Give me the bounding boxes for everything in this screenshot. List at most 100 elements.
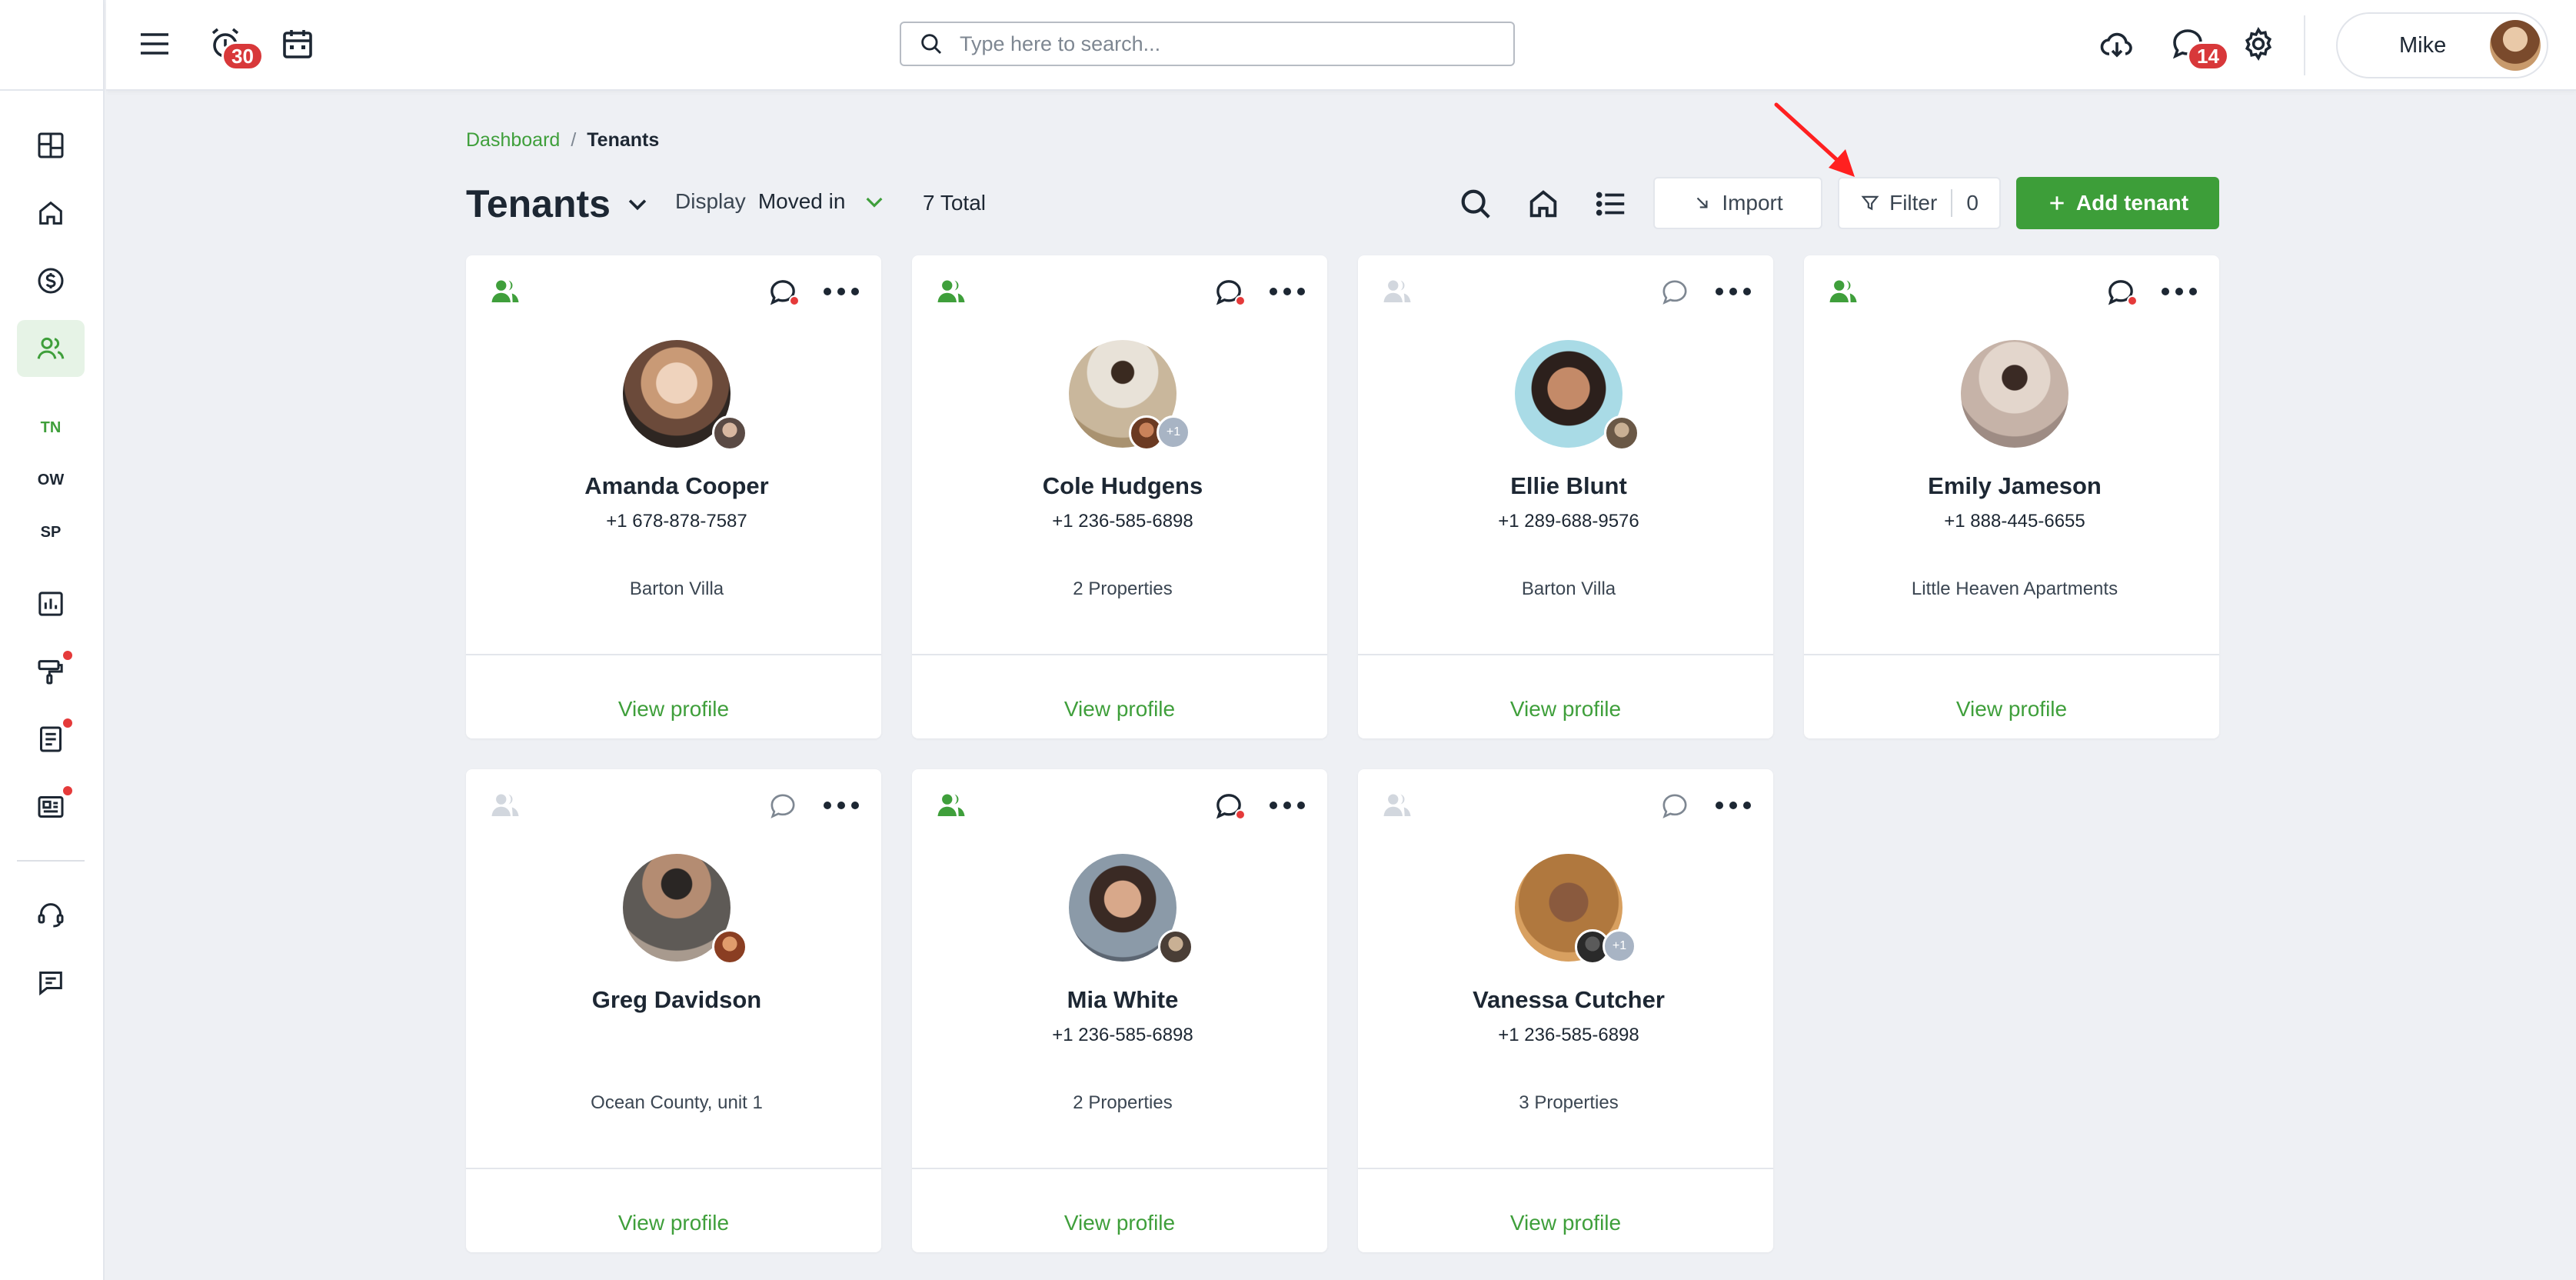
sidebar-item-documents[interactable] [17, 711, 85, 768]
view-profile-link[interactable]: View profile [466, 697, 881, 722]
view-profile-link[interactable]: View profile [466, 1211, 881, 1235]
list-view-button[interactable] [1590, 183, 1632, 225]
unread-dot [2127, 295, 2138, 306]
calendar-button[interactable] [274, 20, 321, 68]
display-value[interactable]: Moved in [758, 189, 846, 214]
user-menu[interactable]: Mike [2336, 12, 2548, 78]
messages-button[interactable]: 14 [2164, 20, 2229, 71]
view-profile-link[interactable]: View profile [912, 1211, 1327, 1235]
sidebar-item-feedback[interactable] [17, 954, 85, 1011]
more-options-icon[interactable] [1266, 278, 1309, 305]
filter-icon [1861, 195, 1879, 211]
settings-button[interactable] [2235, 20, 2282, 68]
sidebar-item-tenants[interactable] [17, 320, 85, 377]
sidebar-item-properties[interactable] [17, 185, 85, 242]
filter-count: 0 [1966, 191, 1979, 215]
user-icon [491, 280, 519, 302]
more-options-icon[interactable] [1712, 278, 1755, 305]
search-input[interactable] [960, 32, 1483, 56]
page-title-dropdown[interactable]: Tenants [466, 182, 651, 226]
announcements-notification-dot [63, 786, 72, 795]
search-bar[interactable] [900, 22, 1515, 66]
filter-button[interactable]: Filter 0 [1838, 177, 2001, 229]
download-button[interactable] [2093, 20, 2141, 68]
more-options-icon[interactable] [1266, 792, 1309, 818]
total-count: 7 Total [923, 191, 986, 215]
display-label: Display [675, 189, 746, 213]
view-profile-link[interactable]: View profile [1358, 1211, 1773, 1235]
breadcrumb-current: Tenants [587, 129, 660, 151]
unread-dot [1235, 809, 1246, 820]
tenant-name: Vanessa Cutcher [1473, 986, 1665, 1013]
chat-icon[interactable] [1659, 277, 1690, 308]
property-view-button[interactable] [1523, 183, 1564, 225]
sidebar-item-dashboard[interactable] [17, 117, 85, 174]
tenant-property: Barton Villa [1521, 578, 1616, 599]
topbar-separator [2304, 15, 2305, 75]
tenant-property: Barton Villa [629, 578, 724, 599]
more-options-icon[interactable] [1712, 792, 1755, 818]
sidebar-item-tn[interactable]: TN [17, 405, 85, 451]
feedback-icon [39, 972, 62, 996]
sidebar-item-ow[interactable]: OW [17, 457, 85, 503]
alarm-count-badge: 30 [221, 42, 264, 71]
sidebar-header [0, 0, 103, 91]
chat-icon[interactable] [1659, 791, 1690, 822]
user-icon [1829, 280, 1857, 302]
tenant-card: +1 Cole Hudgens +1 236-585-6898 2 Proper… [912, 255, 1327, 738]
tenant-phone: +1 236-585-6898 [1052, 1025, 1193, 1045]
import-arrow-icon [1697, 197, 1708, 208]
tenant-name: Greg Davidson [591, 986, 762, 1013]
user-name: Mike [2399, 32, 2447, 58]
add-tenant-button[interactable]: Add tenant [2016, 177, 2219, 229]
user-icon [1383, 794, 1411, 816]
card-divider [466, 1168, 881, 1169]
tenant-phone: +1 236-585-6898 [1052, 511, 1193, 532]
more-options-icon[interactable] [820, 278, 863, 305]
hamburger-menu-icon [141, 33, 168, 55]
view-profile-link[interactable]: View profile [1804, 697, 2219, 722]
user-icon [1383, 280, 1411, 302]
chat-icon[interactable] [767, 791, 798, 822]
search-icon [921, 34, 942, 55]
users-icon [37, 337, 65, 359]
tenant-card: Ellie Blunt +1 289-688-9576 Barton Villa… [1358, 255, 1773, 738]
menu-button[interactable] [131, 20, 178, 68]
maintenance-icon [38, 660, 63, 685]
tenant-name: Cole Hudgens [1042, 472, 1203, 499]
chevron-down-icon[interactable] [862, 189, 887, 214]
user-icon [937, 794, 965, 816]
sidebar-item-accounting[interactable] [17, 252, 85, 309]
tenant-phone: +1 236-585-6898 [1498, 1025, 1639, 1045]
sidebar-item-sp[interactable]: SP [17, 509, 85, 555]
support-icon [38, 903, 64, 928]
more-options-icon[interactable] [820, 792, 863, 818]
tenant-card: +1 Vanessa Cutcher +1 236-585-6898 3 Pro… [1358, 769, 1773, 1252]
tenant-card: Emily Jameson +1 888-445-6655 Little Hea… [1804, 255, 2219, 738]
user-icon [937, 280, 965, 302]
report-icon [38, 592, 63, 616]
annotation-arrow-icon [1774, 102, 1855, 177]
sidebar-item-maintenance[interactable] [17, 643, 85, 700]
view-profile-link[interactable]: View profile [912, 697, 1327, 722]
sidebar-item-reports[interactable] [17, 575, 85, 632]
cloud-download-icon [2100, 32, 2132, 58]
alarm-button[interactable]: 30 [201, 20, 264, 71]
tenant-property: 2 Properties [1073, 1092, 1173, 1113]
dashboard-icon [38, 132, 64, 158]
more-options-icon[interactable] [2158, 278, 2201, 305]
search-icon [1461, 189, 1490, 218]
tenant-card: Mia White +1 236-585-6898 2 Properties V… [912, 769, 1327, 1252]
sidebar-item-support[interactable] [17, 886, 85, 943]
search-toggle-button[interactable] [1455, 183, 1496, 225]
card-divider [1804, 654, 2219, 655]
import-button[interactable]: Import [1653, 177, 1822, 229]
breadcrumb-separator: / [571, 129, 577, 151]
unread-dot [1235, 295, 1246, 306]
sidebar-item-announcements[interactable] [17, 778, 85, 835]
view-profile-link[interactable]: View profile [1358, 697, 1773, 722]
additional-tenants-badge: +1 [1603, 929, 1636, 963]
breadcrumb-dashboard-link[interactable]: Dashboard [466, 129, 560, 152]
document-icon [40, 726, 62, 752]
sidebar: TN OW SP [0, 0, 105, 1280]
